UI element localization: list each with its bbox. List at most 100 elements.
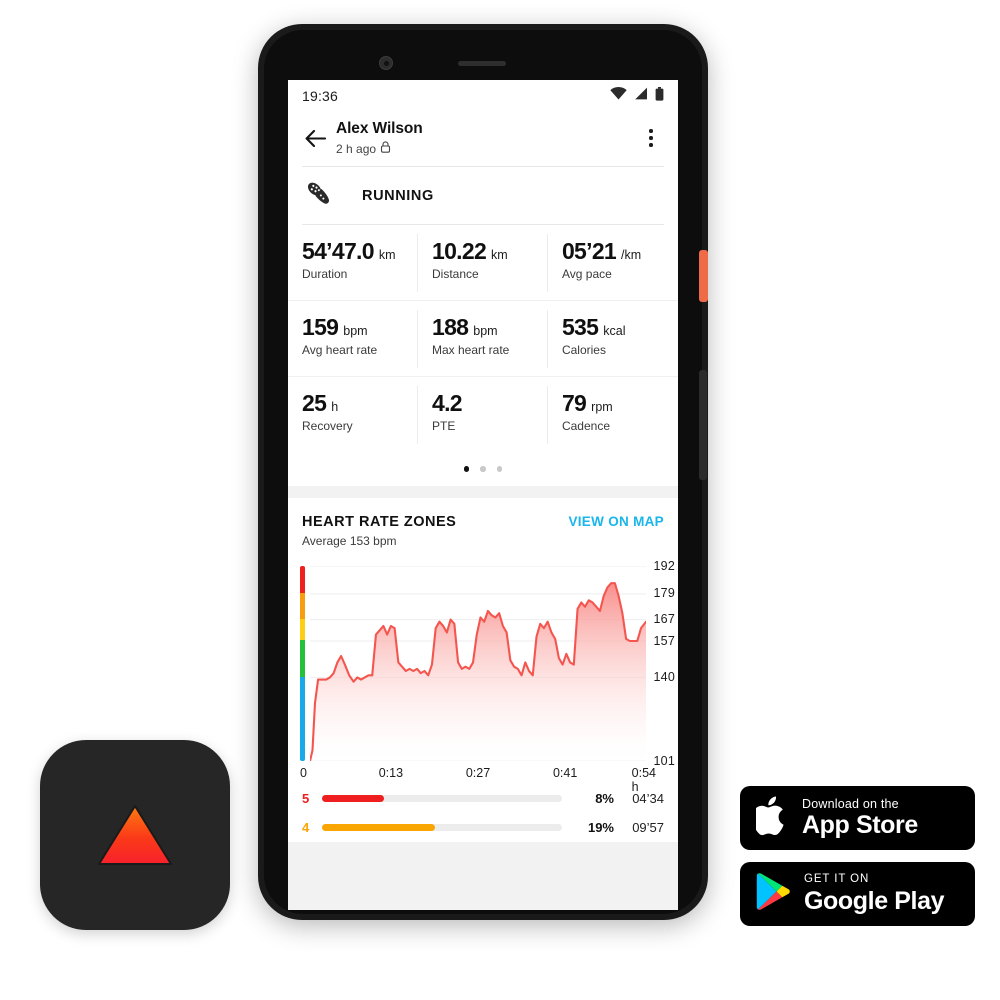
zone-band-3	[300, 619, 305, 641]
stats-grid: 54’47.0 km Duration 10.22 km Distance 05’2…	[288, 225, 678, 457]
stat-value: 25	[302, 390, 327, 416]
google-play-badge-bottom: Google Play	[804, 886, 945, 915]
app-store-badge-text: Download on the App Store	[802, 798, 918, 839]
stat-cell: 54’47.0 km Duration	[288, 225, 418, 301]
stat-label: Avg pace	[561, 267, 612, 281]
app-store-badge[interactable]: Download on the App Store	[740, 786, 975, 850]
stat-cell: 25 h Recovery	[288, 377, 418, 453]
zone-band-5	[300, 565, 305, 594]
zone-number: 4	[302, 819, 310, 835]
back-arrow-icon[interactable]	[300, 123, 330, 153]
stat-cell: 188 bpm Max heart rate	[417, 301, 548, 377]
zone-percent: 8%	[595, 790, 614, 806]
workout-timestamp-row: 2 h ago	[336, 141, 423, 156]
stat-label: Cadence	[561, 419, 611, 433]
page-dot-1[interactable]	[463, 466, 470, 472]
stat-cell: 05’21/km Avg pace	[547, 225, 678, 301]
zone-progress-track	[322, 823, 562, 831]
earpiece-speaker	[458, 61, 506, 66]
hr-area-chart	[308, 565, 648, 762]
stat-label: PTE	[431, 419, 456, 433]
x-tick-label: 0:27	[465, 765, 491, 780]
y-tick-label: 179	[653, 586, 675, 601]
x-tick-label: 0:54 h	[631, 765, 656, 794]
google-play-icon	[756, 872, 791, 916]
zone-color-strip	[300, 565, 305, 761]
stat-value: 10.22	[431, 238, 487, 264]
stat-value: 188	[431, 314, 469, 340]
heart-rate-chart: 101 140 157 167 179 192 0 0:13 0:27 0:41 0:54 h	[288, 559, 678, 794]
stat-value: 159	[302, 314, 339, 340]
app-bar: Alex Wilson 2 h ago	[288, 112, 678, 166]
zone-band-4	[300, 593, 305, 620]
status-bar-icons	[610, 86, 664, 106]
stat-unit: rpm	[591, 400, 613, 414]
view-on-map-button[interactable]: VIEW ON MAP	[568, 514, 664, 529]
google-play-badge-text: GET IT ON Google Play	[804, 874, 944, 914]
x-tick-label: 0	[300, 765, 307, 780]
stat-label: Calories	[561, 343, 606, 357]
zone-progress-fill	[322, 794, 385, 802]
apple-logo-icon	[752, 796, 789, 841]
stat-cell: 10.22 km Distance	[417, 225, 548, 301]
zone-progress-track	[322, 794, 562, 802]
google-play-badge[interactable]: GET IT ON Google Play	[740, 862, 975, 926]
google-play-badge-top: GET IT ON	[804, 873, 870, 886]
hr-zones-header: HEART RATE ZONES Average 153 bpm VIEW ON…	[288, 498, 678, 548]
user-name: Alex Wilson	[336, 120, 423, 137]
y-tick-label: 140	[653, 669, 675, 684]
page-dot-2[interactable]	[480, 466, 486, 472]
cellular-icon	[634, 87, 648, 105]
zone-row[interactable]: 4 19% 09’57	[302, 813, 664, 842]
app-icon-triangle	[98, 805, 172, 865]
stat-unit: h	[331, 400, 339, 414]
stat-cell: 79 rpm Cadence	[548, 377, 678, 453]
stat-label: Duration	[302, 267, 348, 281]
stat-unit: kcal	[603, 324, 626, 338]
heart-rate-zones-card: HEART RATE ZONES Average 153 bpm VIEW ON…	[288, 497, 678, 842]
kebab-menu-icon[interactable]	[638, 123, 664, 153]
volume-button[interactable]	[699, 370, 707, 480]
stat-cell: 159 bpm Avg heart rate	[288, 301, 418, 377]
stat-label: Max heart rate	[431, 343, 510, 357]
sport-type-row: RUNNING	[288, 167, 678, 224]
y-tick-label: 167	[653, 612, 675, 627]
lock-icon	[380, 141, 391, 156]
suunto-app-icon[interactable]	[40, 740, 230, 930]
x-tick-label: 0:13	[378, 765, 404, 780]
workout-timestamp: 2 h ago	[336, 141, 377, 156]
hr-zones-title: HEART RATE ZONES	[302, 513, 457, 530]
stat-unit: bpm	[343, 324, 368, 338]
stat-unit: bpm	[473, 324, 498, 338]
status-bar-time: 19:36	[302, 88, 339, 104]
stat-value: 05’21	[561, 238, 617, 264]
zone-duration: 09’57	[632, 819, 664, 835]
stat-unit: km	[491, 248, 508, 262]
hr-zones-subtitle: Average 153 bpm	[302, 533, 397, 548]
stat-label: Recovery	[302, 419, 353, 433]
page-dot-3[interactable]	[496, 466, 503, 472]
workout-summary-card: Alex Wilson 2 h ago RUNNING 54’47.0 km D…	[288, 112, 678, 486]
zone-band-1	[300, 676, 305, 761]
x-tick-label: 0:41	[552, 765, 578, 780]
stat-value: 79	[561, 390, 587, 416]
page-indicator[interactable]	[288, 457, 678, 486]
y-tick-label: 192	[653, 558, 675, 573]
sport-type-label: RUNNING	[362, 187, 434, 204]
battery-icon	[655, 86, 664, 106]
phone-screen: 19:36 Alex Wilson 2 h ago RUNNING 54’47.…	[288, 80, 678, 910]
chart-y-axis-labels: 101 140 157 167 179 192	[633, 559, 675, 768]
stat-value: 4.2	[431, 390, 463, 416]
zone-row[interactable]: 5 8% 04’34	[302, 784, 664, 813]
power-button[interactable]	[699, 250, 708, 302]
front-camera-icon	[379, 56, 393, 70]
card-separator	[288, 485, 678, 498]
stat-cell: 535 kcal Calories	[547, 301, 678, 377]
y-tick-label: 101	[653, 753, 675, 768]
zone-percent: 19%	[587, 819, 614, 835]
running-shoe-icon	[304, 180, 334, 211]
app-store-badge-bottom: App Store	[802, 811, 918, 840]
wifi-icon	[610, 87, 627, 105]
stat-label: Distance	[431, 267, 479, 281]
stat-label: Avg heart rate	[302, 343, 378, 357]
